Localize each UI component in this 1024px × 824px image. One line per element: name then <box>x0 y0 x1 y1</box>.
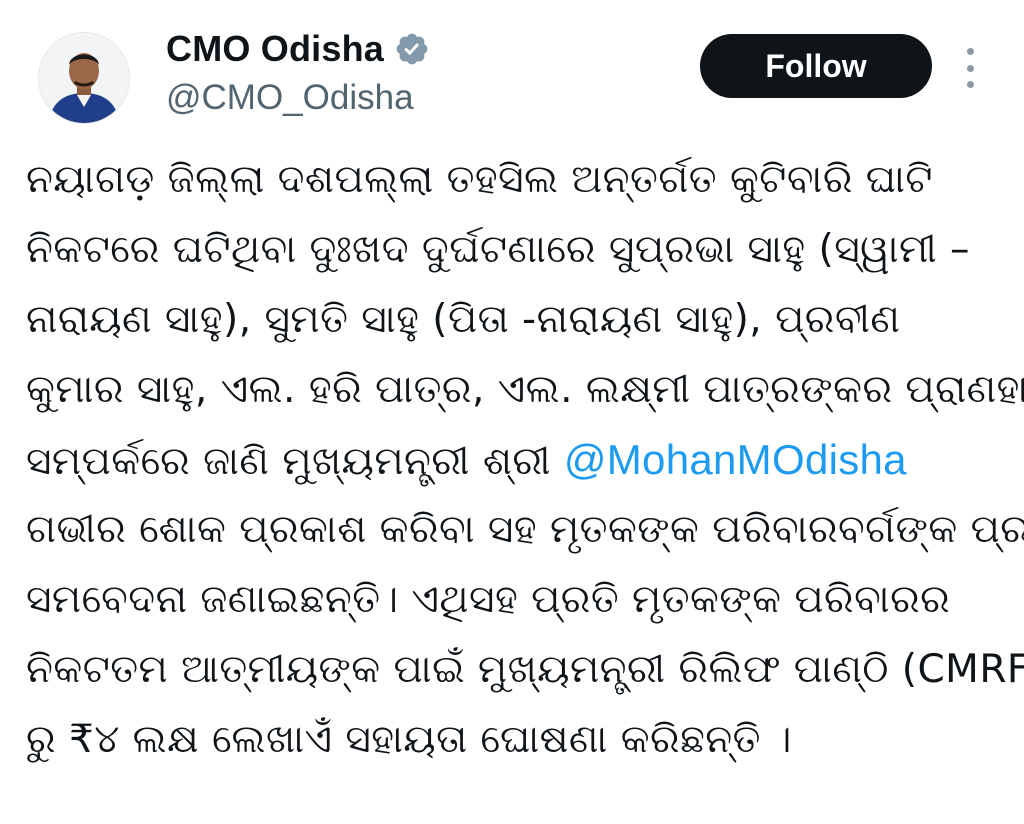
tweet-line: ନାରାୟଣ ସାହୁ), ସୁମତି ସାହୁ (ପିତା -ନାରାୟଣ ସ… <box>26 285 900 355</box>
tweet-line-text: ସମବେଦନା ଜଣାଇଛନ୍ତି। ଏଥିସହ ପ୍ରତି ମୃତକଙ୍କ ପ… <box>26 577 951 622</box>
tweet-line-text: ରୁ ₹୪ ଲକ୍ଷ ଲେଖାଏଁ ସହାୟତା ଘୋଷଣା କରିଛନ୍ତି … <box>26 717 792 762</box>
more-dot <box>966 81 974 88</box>
tweet-line-text: ନୟାଗଡ଼ ଜିଲ୍ଲା ଦଶପଲ୍ଲା ତହସିଲ ଅନ୍ତର୍ଗତ କୁଟ… <box>26 157 933 202</box>
tweet-line-text: କୁମାର ସାହୁ, ଏଲ. ହରି ପାତ୍ର, ଏଲ. ଲକ୍ଷ୍ମୀ ପ… <box>26 367 1024 412</box>
account-handle[interactable]: @CMO_Odisha <box>166 78 414 118</box>
tweet-line: ରୁ ₹୪ ଲକ୍ଷ ଲେଖାଏଁ ସହାୟତା ଘୋଷଣା କରିଛନ୍ତି … <box>26 705 792 775</box>
more-dot <box>966 64 974 72</box>
tweet-line-text: ନିକଟତମ ଆତ୍ମୀୟଙ୍କ ପାଇଁ ମୁଖ୍ୟମନ୍ତ୍ରୀ ରିଲିଫ… <box>26 647 1024 692</box>
tweet-line: ନୟାଗଡ଼ ଜିଲ୍ଲା ଦଶପଲ୍ଲା ତହସିଲ ଅନ୍ତର୍ଗତ କୁଟ… <box>26 145 933 215</box>
avatar-portrait-icon <box>39 33 129 123</box>
tweet-line: ସମବେଦନା ଜଣାଇଛନ୍ତି। ଏଥିସହ ପ୍ରତି ମୃତକଙ୍କ ପ… <box>26 565 950 635</box>
tweet-line-text: ନିକଟରେ ଘଟିଥିବା ଦୁଃଖଦ ଦୁର୍ଘଟଣାରେ ସୁପ୍ରଭା … <box>26 227 971 272</box>
tweet-line: ସମ୍ପର୍କରେ ଜାଣି ମୁଖ୍ୟମନ୍ତ୍ରୀ ଶ୍ରୀ @MohanM… <box>26 425 907 497</box>
mention-link[interactable]: @MohanMOdisha <box>564 436 907 483</box>
more-vertical-icon <box>966 48 974 55</box>
verified-badge-icon <box>394 31 430 67</box>
tweet-line: ନିକଟରେ ଘଟିଥିବା ଦୁଃଖଦ ଦୁର୍ଘଟଣାରେ ସୁପ୍ରଭା … <box>26 215 970 285</box>
tweet-header: CMO Odisha @CMO_Odisha Follow <box>0 0 1024 130</box>
tweet-line: ନିକଟତମ ଆତ୍ମୀୟଙ୍କ ପାଇଁ ମୁଖ୍ୟମନ୍ତ୍ରୀ ରିଲିଫ… <box>26 635 1024 705</box>
follow-button[interactable]: Follow <box>700 34 932 98</box>
account-name[interactable]: CMO Odisha <box>166 28 384 70</box>
tweet-line-text: ସମ୍ପର୍କରେ ଜାଣି ମୁଖ୍ୟମନ୍ତ୍ରୀ ଶ୍ରୀ <box>26 439 564 484</box>
tweet-line: ଗଭୀର ଶୋକ ପ୍ରକାଶ କରିବା ସହ ମୃତକଙ୍କ ପରିବାରବ… <box>26 495 1024 565</box>
tweet-line-text: ନାରାୟଣ ସାହୁ), ସୁମତି ସାହୁ (ପିତା -ନାରାୟଣ ସ… <box>26 297 901 342</box>
account-name-row: CMO Odisha <box>166 28 430 70</box>
profile-avatar[interactable] <box>38 32 130 124</box>
tweet-line: କୁମାର ସାହୁ, ଏଲ. ହରି ପାତ୍ର, ଏଲ. ଲକ୍ଷ୍ମୀ ପ… <box>26 355 1024 425</box>
more-options-button[interactable] <box>956 48 984 88</box>
tweet-line-text: ଗଭୀର ଶୋକ ପ୍ରକାଶ କରିବା ସହ ମୃତକଙ୍କ ପରିବାରବ… <box>26 507 1024 552</box>
